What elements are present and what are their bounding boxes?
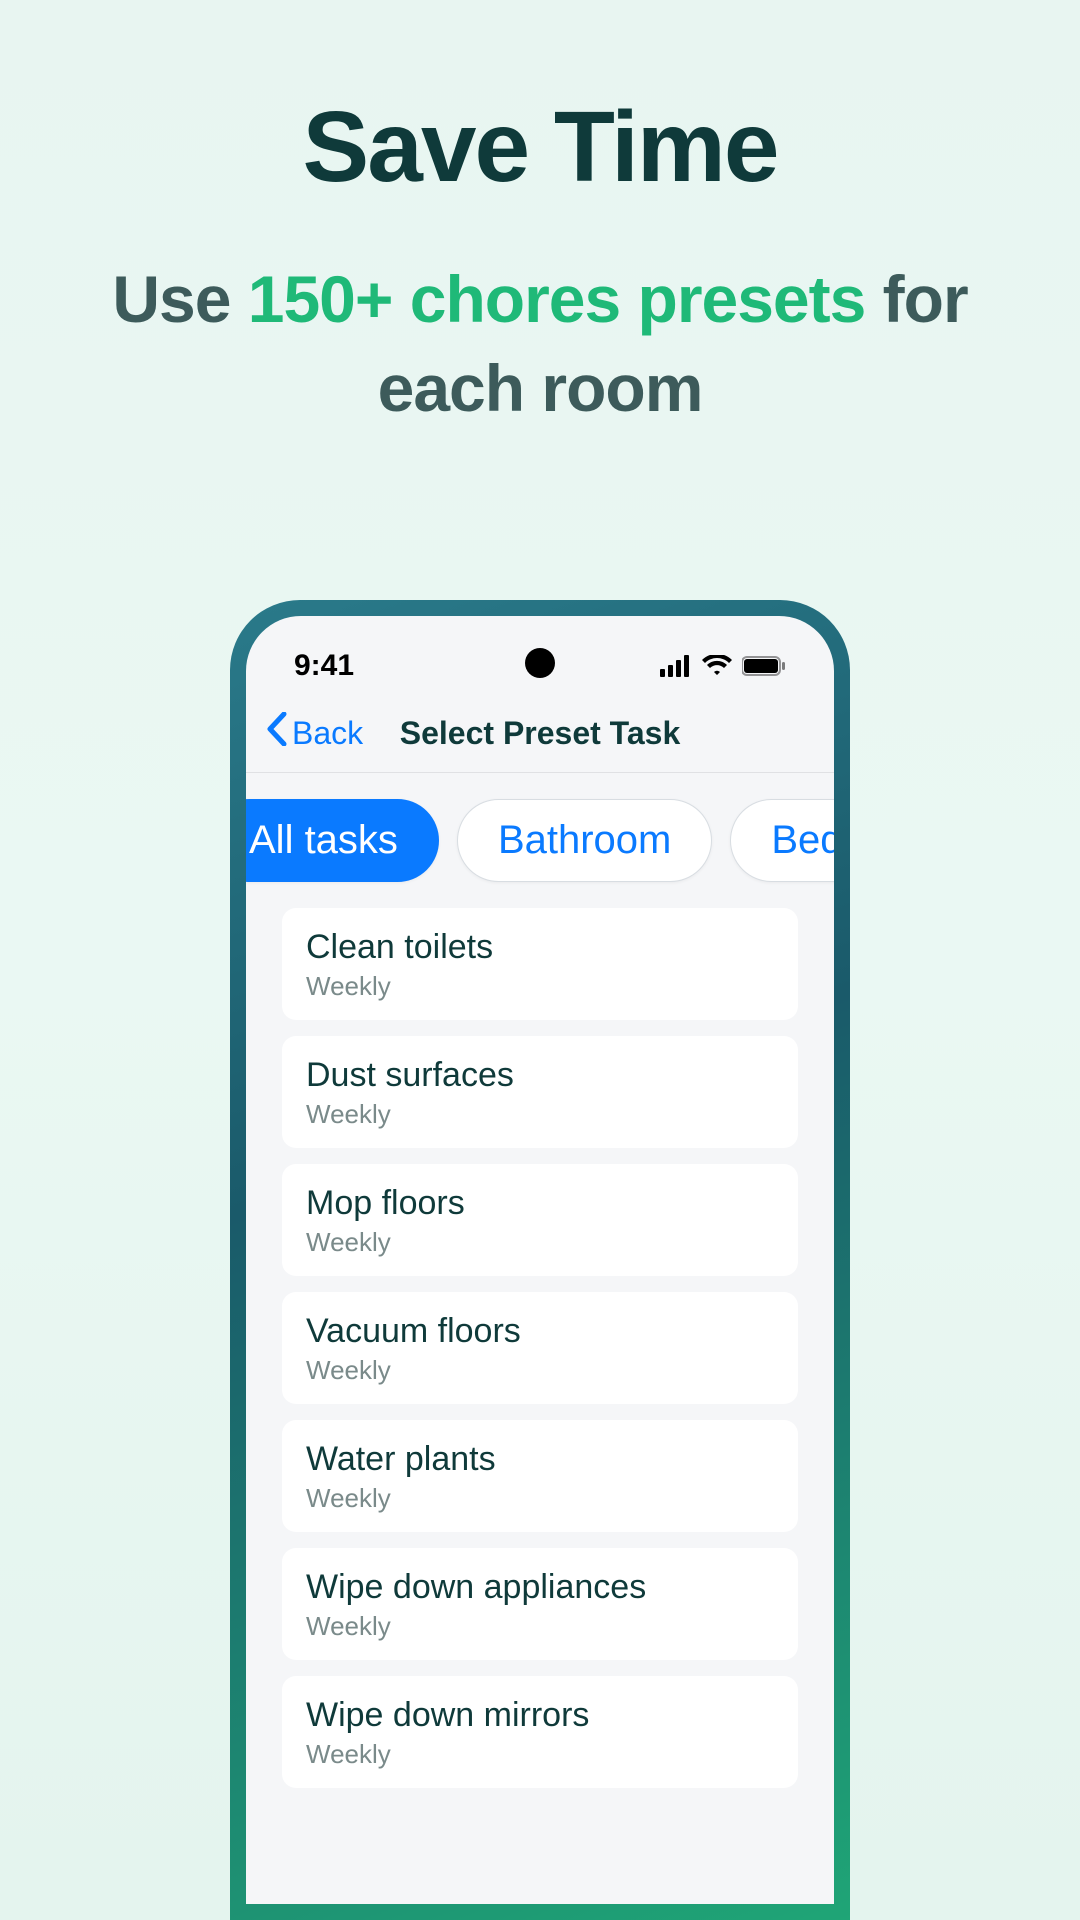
filter-chip-bedroom[interactable]: Bedroom (730, 799, 834, 882)
task-frequency: Weekly (306, 1099, 774, 1130)
page-headline: Save Time (0, 0, 1080, 205)
task-row[interactable]: Vacuum floors Weekly (282, 1292, 798, 1404)
task-row[interactable]: Wipe down mirrors Weekly (282, 1676, 798, 1788)
task-title: Wipe down appliances (306, 1568, 774, 1607)
subhead-pre: Use (112, 262, 247, 336)
phone-screen: 9:41 Back Select Preset Task (246, 616, 834, 1904)
back-button[interactable]: Back (266, 712, 363, 754)
task-row[interactable]: Wipe down appliances Weekly (282, 1548, 798, 1660)
filter-chip-all-tasks[interactable]: All tasks (246, 799, 439, 882)
task-row[interactable]: Water plants Weekly (282, 1420, 798, 1532)
wifi-icon (702, 655, 732, 677)
task-frequency: Weekly (306, 971, 774, 1002)
camera-notch-icon (525, 648, 555, 678)
back-label: Back (292, 715, 363, 752)
filter-chips: All tasksBathroomBedroom (246, 773, 834, 908)
task-frequency: Weekly (306, 1355, 774, 1386)
task-frequency: Weekly (306, 1483, 774, 1514)
phone-frame: 9:41 Back Select Preset Task (230, 600, 850, 1920)
task-list: Clean toiletsWeeklyDust surfacesWeeklyMo… (246, 908, 834, 1788)
task-title: Mop floors (306, 1184, 774, 1223)
task-row[interactable]: Mop floors Weekly (282, 1164, 798, 1276)
task-title: Vacuum floors (306, 1312, 774, 1351)
nav-bar: Back Select Preset Task (246, 686, 834, 773)
status-icons (660, 655, 786, 677)
task-frequency: Weekly (306, 1739, 774, 1770)
task-title: Water plants (306, 1440, 774, 1479)
task-frequency: Weekly (306, 1227, 774, 1258)
nav-title: Select Preset Task (400, 715, 680, 752)
task-title: Clean toilets (306, 928, 774, 967)
chevron-left-icon (266, 712, 288, 754)
task-title: Wipe down mirrors (306, 1696, 774, 1735)
task-row[interactable]: Dust surfaces Weekly (282, 1036, 798, 1148)
subhead-accent: 150+ chores presets (248, 262, 866, 336)
task-title: Dust surfaces (306, 1056, 774, 1095)
battery-icon (742, 655, 786, 677)
page-subhead: Use 150+ chores presets for each room (0, 205, 1080, 433)
status-time: 9:41 (294, 649, 354, 683)
task-frequency: Weekly (306, 1611, 774, 1642)
cellular-signal-icon (660, 655, 692, 677)
task-row[interactable]: Clean toilets Weekly (282, 908, 798, 1020)
filter-chip-bathroom[interactable]: Bathroom (457, 799, 712, 882)
